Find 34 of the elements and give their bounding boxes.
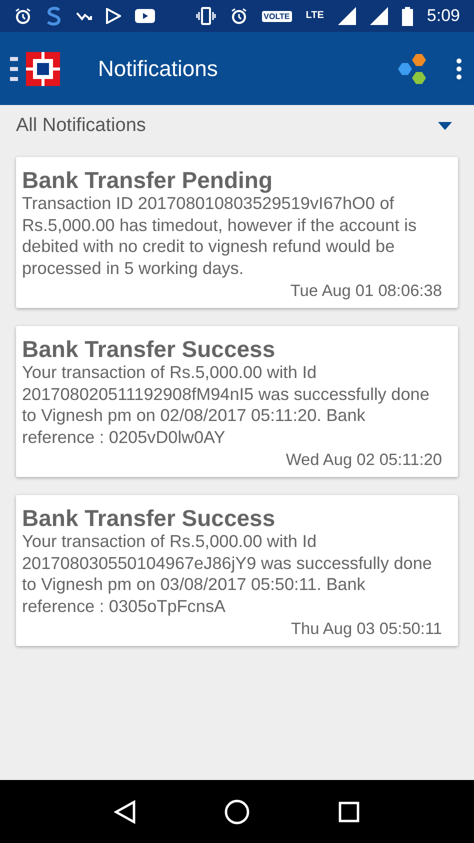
battery-icon	[402, 6, 413, 26]
recents-button[interactable]	[338, 800, 360, 822]
notification-title: Bank Transfer Success	[22, 336, 276, 362]
notification-message: Your transaction of Rs.5,000.00 with Id 201708020511192908fM94nI5 was successfully done to Vignesh pm on 02/08/2017 05:11:20. Bank reference : 0205vD0lw0AY	[22, 362, 430, 448]
notification-time: Thu Aug 03 05:50:11	[291, 619, 442, 640]
hexagons-icon[interactable]	[396, 52, 428, 84]
notification-card[interactable]	[16, 157, 458, 308]
back-button[interactable]	[114, 800, 136, 824]
signal-icon	[338, 7, 356, 25]
missed-call-icon	[76, 10, 92, 22]
notification-title: Bank Transfer Pending	[22, 167, 274, 193]
video-play-icon	[135, 9, 155, 23]
s-logo-icon	[46, 6, 62, 26]
alarm-icon	[230, 7, 248, 25]
dropdown-caret-icon	[438, 122, 452, 130]
more-options-icon[interactable]	[456, 58, 462, 80]
vibrate-icon	[196, 7, 216, 25]
alarm-icon	[14, 7, 32, 25]
notification-title: Bank Transfer Success	[22, 505, 276, 531]
network-type: LTE	[306, 11, 324, 21]
menu-logo-button[interactable]	[10, 52, 62, 86]
notification-time: Tue Aug 01 08:06:38	[290, 281, 442, 302]
home-button[interactable]	[224, 798, 250, 824]
notification-card[interactable]: Bank Transfer Success Your transaction of Rs.5,000.00 with Id 201708030550104967eJ86jY9 was successfully done to Vignesh pm on 03/08/2017 05:50:11. Bank reference : 0305oTpFcnsA Thu Aug 03 05:50:11	[16, 495, 458, 646]
notification-message: Transaction ID 201708010803529519vI67hO0 of Rs.5,000.00 has timedout, however if the account is debited with no credit to vignesh refund would be processed in 5 working days.	[22, 193, 418, 279]
clock-time: 5:09	[426, 6, 460, 26]
play-store-icon	[106, 8, 121, 24]
screen-title: Notifications	[98, 56, 219, 82]
notification-message: Your transaction of Rs.5,000.00 with Id 201708030550104967eJ86jY9 was successfully done to Vignesh pm on 03/08/2017 05:50:11. Bank reference : 0305oTpFcnsA	[22, 531, 433, 617]
volte-badge: VOLTE	[262, 10, 292, 22]
filter-dropdown[interactable]: All Notifications	[16, 111, 458, 141]
notification-time: Wed Aug 02 05:11:20	[286, 450, 442, 471]
signal-icon	[370, 7, 388, 25]
notification-card[interactable]: Bank Transfer Success Your transaction of Rs.5,000.00 with Id 201708020511192908fM94nI5 was successfully done to Vignesh pm on 02/08/2017 05:11:20. Bank reference : 0205vD0lw0AY Wed Aug 02 05:11:20	[16, 326, 458, 477]
